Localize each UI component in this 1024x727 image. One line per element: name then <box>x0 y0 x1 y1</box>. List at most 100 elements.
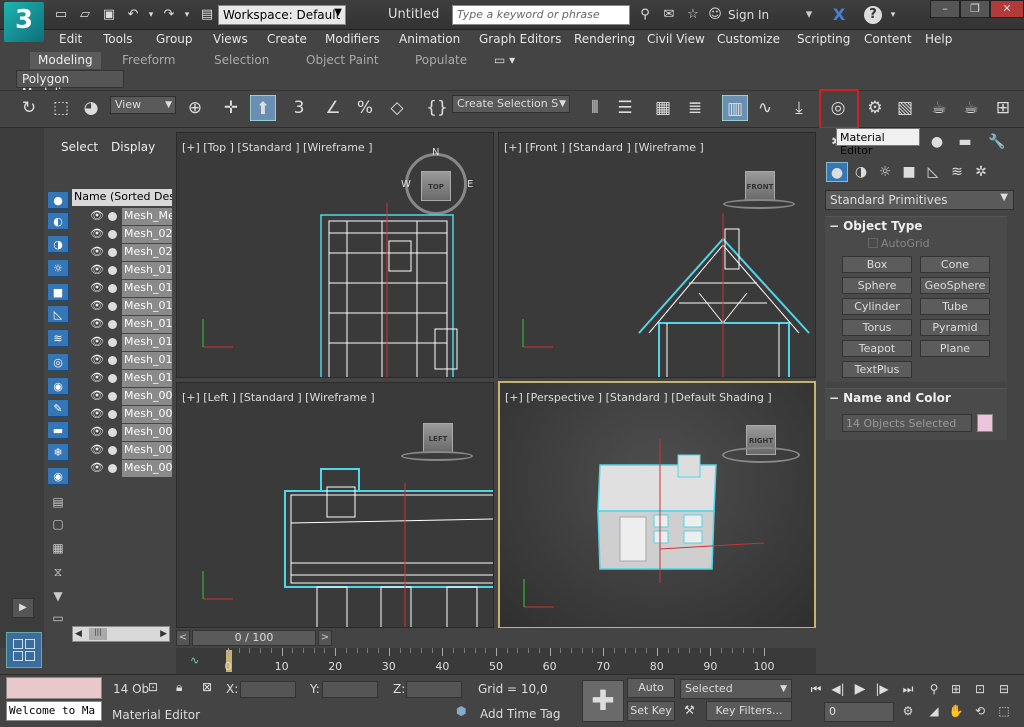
scene-explorer-icon[interactable]: ▦ <box>650 95 676 121</box>
undo-dropdown-icon[interactable]: ▾ <box>142 6 160 24</box>
menu-edit[interactable]: Edit <box>59 32 82 46</box>
tab-selection[interactable]: Selection <box>206 52 277 69</box>
select-invert-icon[interactable]: ▦ <box>47 539 69 557</box>
sync-selection-icon[interactable]: ⧖ <box>47 563 69 581</box>
systems-category-icon[interactable]: ✲ <box>970 162 992 182</box>
menu-help[interactable]: Help <box>925 32 952 46</box>
autogrid-checkbox[interactable]: AutoGrid <box>868 237 930 250</box>
object-name-field[interactable]: 14 Objects Selected <box>842 414 972 432</box>
groups-filter-icon[interactable]: ◎ <box>47 353 69 371</box>
eye-icon[interactable]: 👁︎ <box>90 299 104 312</box>
schematic-view-icon[interactable]: ⤓ <box>786 95 812 121</box>
select-all-icon[interactable]: ▤ <box>47 493 69 511</box>
lights-filter-icon[interactable]: ☼ <box>47 259 69 277</box>
helpers-filter-icon[interactable]: ◺ <box>47 305 69 323</box>
scene-list-item[interactable]: 👁︎ Mesh_02 <box>72 226 172 244</box>
polygon-modeling-label[interactable]: Polygon Modeling <box>16 70 124 100</box>
orbit-icon[interactable]: ⟲ <box>970 702 990 720</box>
redo-scene-icon[interactable]: ↻ <box>16 95 42 121</box>
play-icon[interactable]: ▶ <box>850 680 870 698</box>
binoculars-icon[interactable]: ⚲ <box>636 6 654 24</box>
scene-list-item[interactable]: 👁︎ Mesh_01 <box>72 352 172 370</box>
render-in-cloud-icon[interactable]: ⊞ <box>990 95 1016 121</box>
bones-filter-icon[interactable]: ✎ <box>47 399 69 417</box>
redo-dropdown-icon[interactable]: ▾ <box>178 6 196 24</box>
scene-list-item[interactable]: 👁︎ Mesh_01 <box>72 370 172 388</box>
maximize-button[interactable]: ❐ <box>960 0 990 18</box>
scroll-thumb[interactable]: ||| <box>89 628 107 640</box>
x-coordinate-field[interactable] <box>240 681 296 698</box>
lights-category-icon[interactable]: ☼ <box>874 162 896 182</box>
key-set-dropdown[interactable]: Selected ▼ <box>680 679 792 699</box>
object-type-header[interactable]: − Object Type <box>825 216 1007 236</box>
eye-icon[interactable]: 👁︎ <box>90 263 104 276</box>
primitive-button-pyramid[interactable]: Pyramid <box>920 319 990 336</box>
cameras-filter-icon[interactable]: ■ <box>47 283 69 301</box>
key-filters-button[interactable]: Key Filters... <box>706 701 792 721</box>
primitive-button-torus[interactable]: Torus <box>842 319 912 336</box>
primitive-category-dropdown[interactable]: Standard Primitives ▼ <box>825 190 1014 210</box>
new-file-icon[interactable]: ▭ <box>52 6 70 24</box>
tab-display[interactable]: Display <box>111 140 155 154</box>
render-toggle-icon[interactable] <box>108 410 117 419</box>
eye-icon[interactable]: 👁︎ <box>90 461 104 474</box>
menu-create[interactable]: Create <box>267 32 307 46</box>
menu-animation[interactable]: Animation <box>399 32 460 46</box>
mirror-icon[interactable]: ⫴ <box>582 95 608 121</box>
sign-in-button[interactable]: Sign In <box>728 8 769 22</box>
eye-icon[interactable]: 👁︎ <box>90 389 104 402</box>
minimize-button[interactable]: – <box>930 0 960 18</box>
render-toggle-icon[interactable] <box>108 284 117 293</box>
render-toggle-icon[interactable] <box>108 302 117 311</box>
eye-icon[interactable]: 👁︎ <box>90 425 104 438</box>
render-toggle-icon[interactable] <box>108 392 117 401</box>
snap-toggle-icon[interactable]: 3 <box>286 95 312 121</box>
project-folder-icon[interactable]: ▤ <box>198 6 216 24</box>
time-config-icon[interactable]: ⚙ <box>898 702 918 720</box>
scene-list-item[interactable]: 👁︎ Mesh_01 <box>72 334 172 352</box>
curve-editor-icon[interactable]: ∿ <box>752 95 778 121</box>
hidden-filter-icon[interactable]: ◉ <box>47 467 69 485</box>
viewport-left[interactable]: [+] [Left ] [Standard ] [Wireframe ] LEF… <box>176 382 494 628</box>
primitive-button-teapot[interactable]: Teapot <box>842 340 912 357</box>
add-time-tag[interactable]: Add Time Tag <box>480 707 561 721</box>
scroll-left-icon[interactable]: ◀ <box>75 629 82 639</box>
open-file-icon[interactable]: ▱ <box>76 6 94 24</box>
percent-snap-icon[interactable]: % <box>352 95 378 121</box>
render-production-icon[interactable]: ☕ <box>926 95 952 121</box>
render-toggle-icon[interactable] <box>108 248 117 257</box>
align-icon[interactable]: ☰ <box>612 95 638 121</box>
go-to-end-icon[interactable]: ⏭ <box>898 680 918 698</box>
time-slider-thumb[interactable]: 0 / 100 <box>192 630 316 646</box>
y-coordinate-field[interactable] <box>322 681 378 698</box>
viewport-front[interactable]: [+] [Front ] [Standard ] [Wireframe ] FR… <box>498 132 816 378</box>
next-key-icon[interactable]: |▶ <box>872 680 892 698</box>
app-logo[interactable]: 3 <box>4 2 44 42</box>
eye-icon[interactable]: 👁︎ <box>90 407 104 420</box>
eye-icon[interactable]: 👁︎ <box>90 335 104 348</box>
spinner-snap-icon[interactable]: ◇ <box>384 95 410 121</box>
containers-filter-icon[interactable]: ▬ <box>47 421 69 439</box>
primitive-button-textplus[interactable]: TextPlus <box>842 361 912 378</box>
utilities-tab-icon[interactable]: 🔧 <box>986 134 1008 154</box>
eye-icon[interactable]: 👁︎ <box>90 227 104 240</box>
tab-freeform[interactable]: Freeform <box>114 52 183 69</box>
workspace-dropdown[interactable]: Workspace: Default ▼ <box>218 5 346 25</box>
primitive-button-cone[interactable]: Cone <box>920 256 990 273</box>
bind-space-warp-icon[interactable]: ◕ <box>78 95 104 121</box>
edit-named-selection-icon[interactable]: {} <box>424 95 450 121</box>
xrefs-filter-icon[interactable]: ◉ <box>47 377 69 395</box>
current-frame-field[interactable]: 0 <box>824 702 894 722</box>
tab-object-paint[interactable]: Object Paint <box>298 52 387 69</box>
scene-list-item[interactable]: 👁︎ Mesh_01 <box>72 298 172 316</box>
display-tab-icon[interactable]: ● <box>926 134 948 154</box>
menu-group[interactable]: Group <box>156 32 193 46</box>
eye-icon[interactable]: 👁︎ <box>90 209 104 222</box>
find-icon[interactable]: ▭ <box>47 609 69 627</box>
ribbon-toggle-icon[interactable]: ▥ <box>722 95 748 121</box>
help-icon[interactable]: ? <box>864 6 882 24</box>
geometry-category-icon[interactable]: ● <box>826 162 848 182</box>
render-toggle-icon[interactable] <box>108 230 117 239</box>
auto-key-button[interactable]: Auto Key <box>627 678 675 712</box>
eye-icon[interactable]: 👁︎ <box>90 371 104 384</box>
